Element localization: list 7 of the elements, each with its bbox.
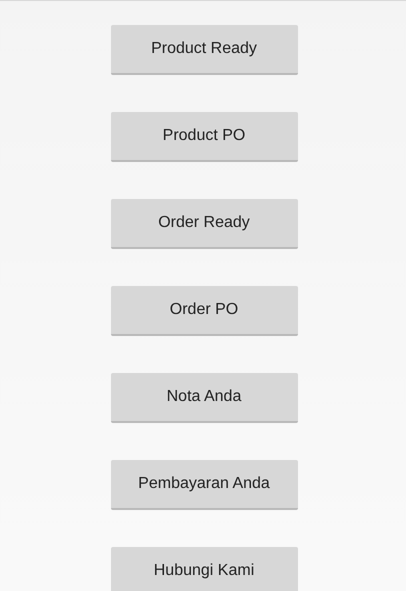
menu-button[interactable]: Pembayaran Anda <box>110 460 298 510</box>
menu-button[interactable]: Nota Anda <box>110 373 298 423</box>
menu-button[interactable]: Order Ready <box>110 199 298 249</box>
menu-button[interactable]: Order PO <box>110 286 298 336</box>
menu-button[interactable]: Hubungi Kami <box>110 547 298 591</box>
menu-button[interactable]: Product Ready <box>110 25 298 75</box>
menu-button[interactable]: Product PO <box>110 112 298 162</box>
